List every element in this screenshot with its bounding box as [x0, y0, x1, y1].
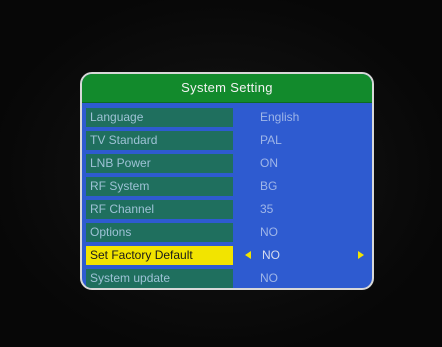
- menu-item-label: RF System: [86, 177, 233, 196]
- menu-item-label: System update: [86, 269, 233, 288]
- menu-item-value: NO: [262, 248, 280, 262]
- menu-item-tv-standard[interactable]: TV Standard PAL: [82, 129, 372, 152]
- menu-item-label: Set Factory Default: [86, 246, 233, 265]
- chevron-left-icon[interactable]: [245, 251, 251, 259]
- menu-item-label: RF Channel: [86, 200, 233, 219]
- menu-item-value: PAL: [260, 133, 282, 147]
- menu-item-rf-system[interactable]: RF System BG: [82, 175, 372, 198]
- menu-title: System Setting: [82, 74, 372, 103]
- menu-item-value: 35: [260, 202, 274, 216]
- menu-item-value: ON: [260, 156, 278, 170]
- menu-item-lnb-power[interactable]: LNB Power ON: [82, 152, 372, 175]
- menu-rows: Language English TV Standard PAL LNB Pow…: [82, 103, 372, 288]
- menu-item-rf-channel[interactable]: RF Channel 35: [82, 198, 372, 221]
- menu-item-set-factory-default[interactable]: Set Factory Default NO: [82, 244, 372, 267]
- menu-item-value: BG: [260, 179, 278, 193]
- menu-item-language[interactable]: Language English: [82, 106, 372, 129]
- menu-item-value: NO: [260, 271, 278, 285]
- menu-item-label: Language: [86, 108, 233, 127]
- menu-item-value: English: [260, 110, 300, 124]
- menu-item-system-update[interactable]: System update NO: [82, 267, 372, 288]
- menu-item-label: Options: [86, 223, 233, 242]
- tv-screen: System Setting Language English TV Stand…: [0, 0, 442, 347]
- menu-item-options[interactable]: Options NO: [82, 221, 372, 244]
- chevron-right-icon[interactable]: [358, 251, 364, 259]
- menu-item-label: TV Standard: [86, 131, 233, 150]
- menu-item-value: NO: [260, 225, 278, 239]
- system-setting-menu: System Setting Language English TV Stand…: [80, 72, 374, 290]
- menu-item-label: LNB Power: [86, 154, 233, 173]
